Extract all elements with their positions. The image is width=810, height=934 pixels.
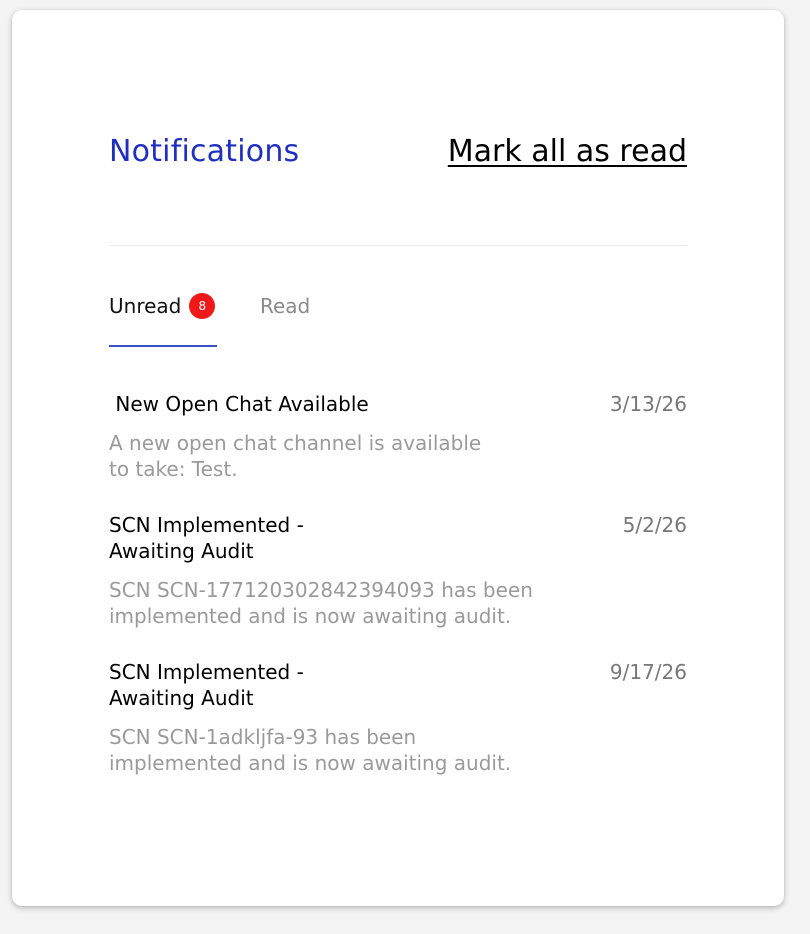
tab-read[interactable]: Read <box>260 292 310 322</box>
notification-body: SCN SCN-1adkljfa-93 has been implemented… <box>109 725 512 775</box>
notification-date: 9/17/26 <box>609 660 687 684</box>
notification-item[interactable]: SCN Implemented - Awaiting Audit 9/17/26… <box>109 659 687 776</box>
notification-title: SCN Implemented - Awaiting Audit <box>109 660 304 710</box>
tab-unread-label: Unread <box>109 294 182 318</box>
header-divider <box>109 245 687 246</box>
notification-date: 3/13/26 <box>609 392 687 416</box>
notification-item[interactable]: New Open Chat Available 3/13/26 A new op… <box>109 391 687 482</box>
notification-list: New Open Chat Available 3/13/26 A new op… <box>109 391 687 806</box>
notification-title: SCN Implemented - Awaiting Audit <box>109 513 304 563</box>
notification-title: New Open Chat Available <box>109 392 369 416</box>
mark-all-as-read-link[interactable]: Mark all as read <box>448 132 687 172</box>
tab-read-label: Read <box>260 294 311 318</box>
notification-date: 5/2/26 <box>622 513 687 537</box>
notification-tabs: Unread 8 Read <box>109 292 687 348</box>
notification-item[interactable]: SCN Implemented - Awaiting Audit 5/2/26 … <box>109 512 687 629</box>
notifications-panel: Notifications Mark all as read Unread 8 R… <box>12 10 784 906</box>
active-tab-indicator <box>109 345 217 347</box>
tab-unread[interactable]: Unread 8 <box>109 292 216 322</box>
unread-count-badge: 8 <box>189 292 216 319</box>
page-title: Notifications <box>109 134 300 169</box>
notification-body: SCN SCN-1771203028423940​93 has been imp… <box>109 578 533 628</box>
notification-body: A new open chat channel is available to … <box>109 431 482 481</box>
panel-header: Notifications Mark all as read <box>109 132 687 172</box>
